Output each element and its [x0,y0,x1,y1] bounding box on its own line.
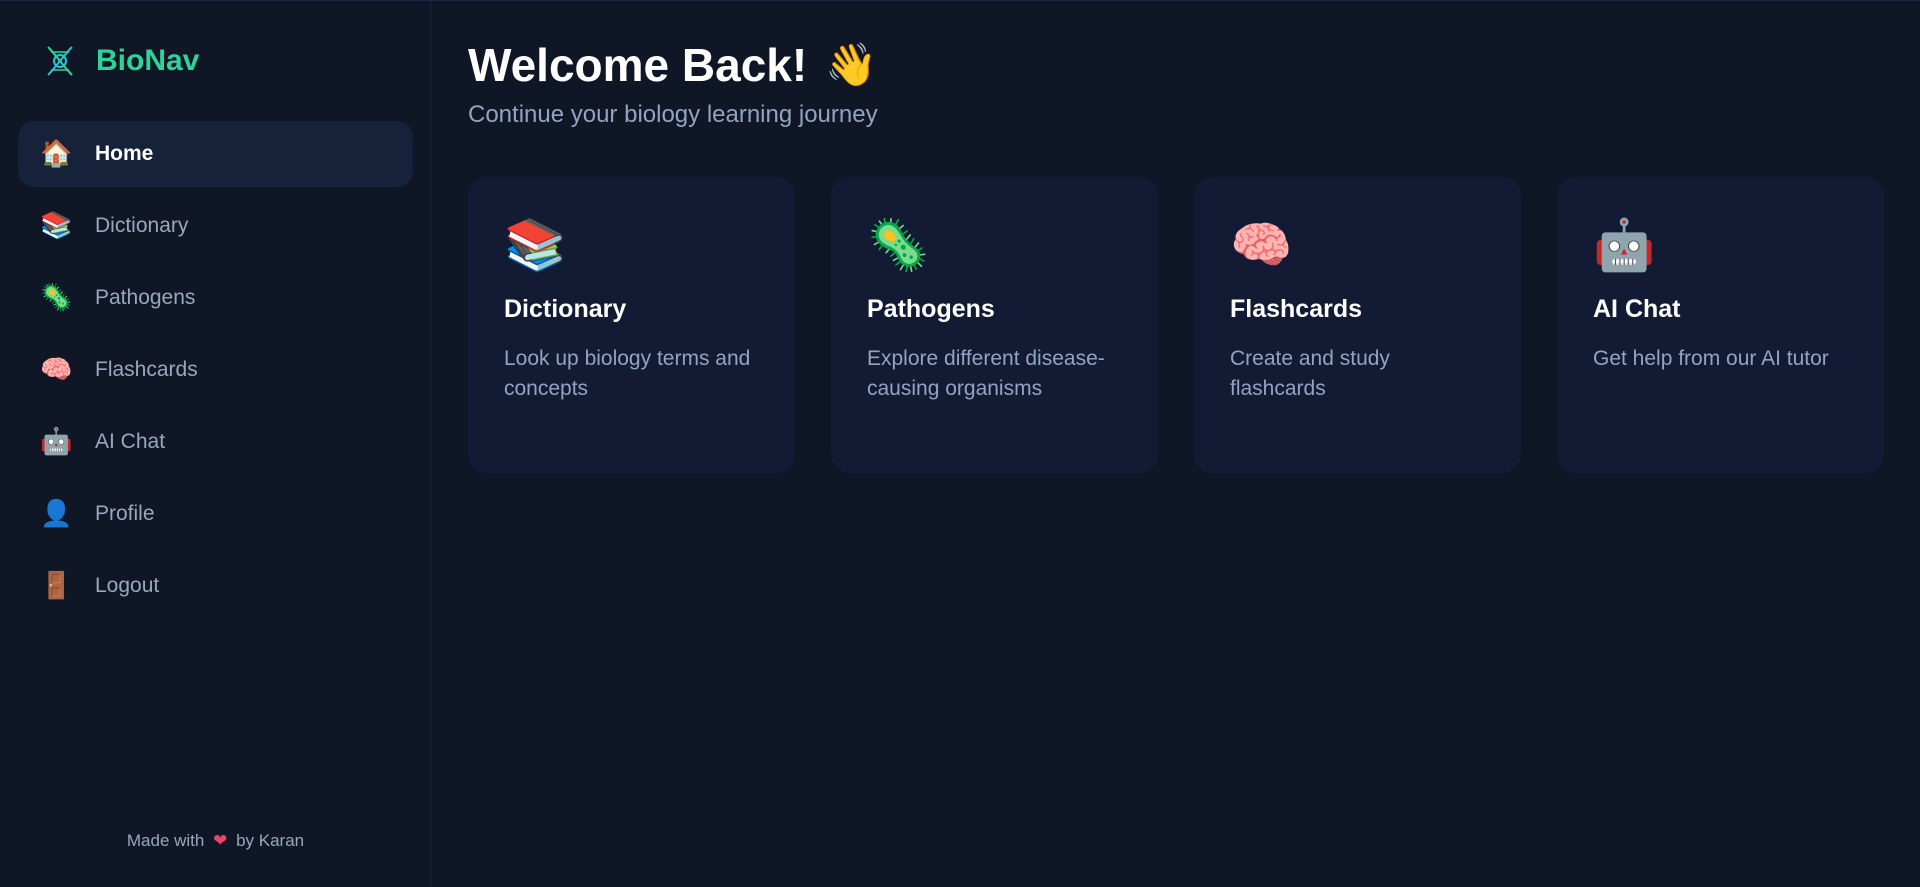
card-pathogens[interactable]: 🦠 Pathogens Explore different disease-ca… [831,177,1158,473]
sidebar-item-label: AI Chat [95,430,166,453]
waving-hand-icon: 👋 [825,40,878,89]
card-ai-chat[interactable]: 🤖 AI Chat Get help from our AI tutor [1557,177,1884,473]
brain-icon: 🧠 [1230,216,1293,274]
books-icon: 📚 [40,211,73,241]
microbe-icon: 🦠 [867,216,930,274]
brand[interactable]: BioNav [40,31,199,91]
heart-icon: ❤ [213,831,228,851]
robot-icon: 🤖 [40,427,73,457]
sidebar-item-label: Logout [95,574,160,597]
brain-icon: 🧠 [40,355,73,385]
sidebar-item-label: Flashcards [95,358,198,381]
footer-prefix: Made with [126,831,205,850]
sidebar-item-label: Profile [95,502,155,525]
sidebar-item-pathogens[interactable]: 🦠 Pathogens [18,265,413,331]
card-description: Get help from our AI tutor [1593,347,1829,370]
house-icon: 🏠 [40,139,73,169]
sidebar: BioNav 🏠 Home 📚 Dictionary 🦠 Pathogens 🧠… [0,1,431,887]
card-flashcards[interactable]: 🧠 Flashcards Create and study flashcards [1194,177,1521,473]
card-title: Pathogens [867,295,995,323]
sidebar-footer: Made with ❤ by Karan [0,831,431,851]
sidebar-item-home[interactable]: 🏠 Home [18,121,413,187]
card-dictionary[interactable]: 📚 Dictionary Look up biology terms and c… [468,177,795,473]
card-title: Dictionary [504,295,627,323]
sidebar-item-flashcards[interactable]: 🧠 Flashcards [18,337,413,403]
sidebar-item-profile[interactable]: 👤 Profile [18,481,413,547]
robot-icon: 🤖 [1593,216,1656,274]
sidebar-item-label: Dictionary [95,214,189,237]
card-title: AI Chat [1593,295,1681,323]
user-silhouette-icon: 👤 [40,499,73,529]
page-subtitle: Continue your biology learning journey [468,101,878,128]
dna-microscope-icon [40,41,80,81]
sidebar-item-logout[interactable]: 🚪 Logout [18,553,413,619]
card-description: Explore different disease-causing organi… [867,347,1105,400]
microbe-icon: 🦠 [40,283,73,313]
main-content: Welcome Back! 👋 Continue your biology le… [431,1,1920,887]
sidebar-nav: 🏠 Home 📚 Dictionary 🦠 Pathogens 🧠 Flashc… [18,121,413,625]
door-icon: 🚪 [40,571,73,601]
card-description: Look up biology terms and concepts [504,347,751,400]
app-window: BioNav 🏠 Home 📚 Dictionary 🦠 Pathogens 🧠… [0,0,1920,887]
card-title: Flashcards [1230,295,1363,323]
card-description: Create and study flashcards [1230,347,1390,400]
page-title: Welcome Back! [468,39,808,91]
sidebar-item-dictionary[interactable]: 📚 Dictionary [18,193,413,259]
sidebar-item-label: Home [95,142,154,165]
feature-cards: 📚 Dictionary Look up biology terms and c… [468,177,1920,473]
footer-suffix: by Karan [236,831,305,850]
brand-name: BioNav [96,44,200,77]
books-icon: 📚 [504,216,567,274]
page-header: Welcome Back! 👋 [468,37,1920,93]
sidebar-item-label: Pathogens [95,286,196,309]
sidebar-item-ai-chat[interactable]: 🤖 AI Chat [18,409,413,475]
